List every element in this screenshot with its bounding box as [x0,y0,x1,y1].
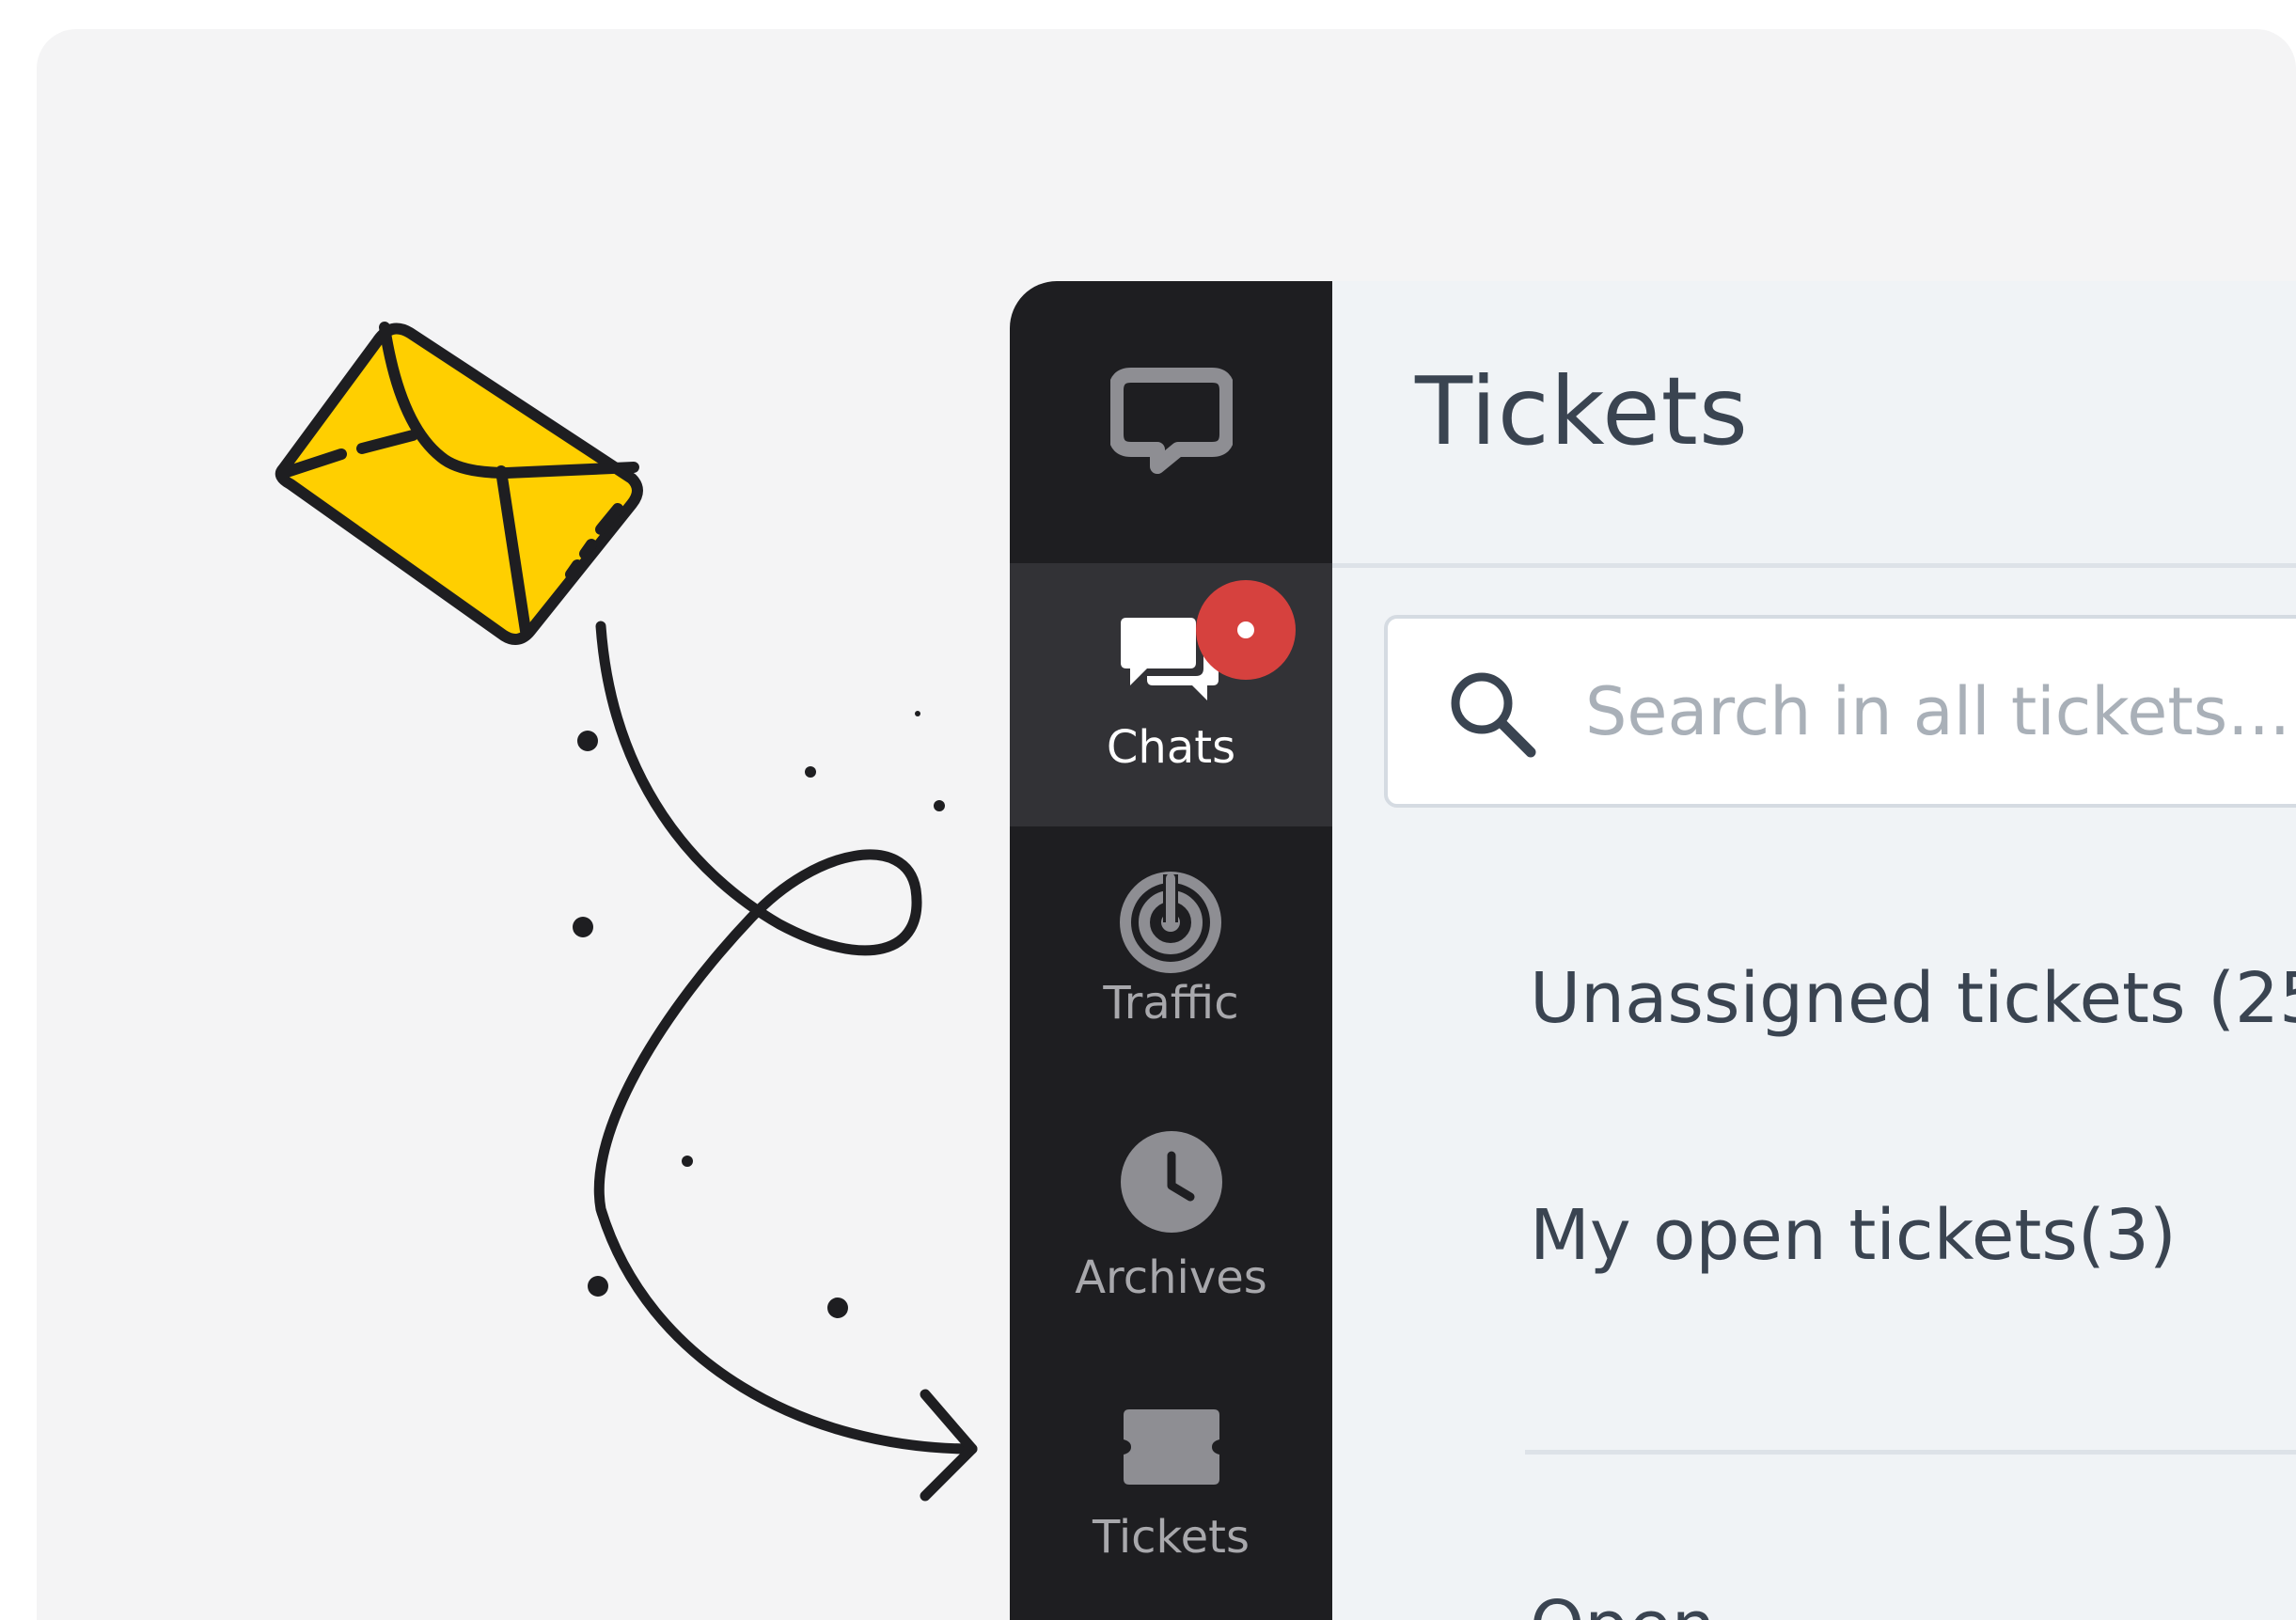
sidebar-item-label: Traffic [1103,977,1239,1030]
sidebar-item-label: Archives [1075,1251,1267,1304]
sidebar-item-chats[interactable]: Chats [1010,563,1332,826]
search-icon [1451,672,1536,758]
sidebar-item-label: Tickets [1092,1511,1250,1564]
section-label-open[interactable]: Open [1530,1586,1716,1620]
list-item-unassigned[interactable]: Unassigned tickets (25) [1530,958,2296,1039]
sidebar: Chats Traffic Archives Tickets [1010,281,1332,1620]
traffic-radar-icon [1120,872,1221,973]
scatter-dots [573,711,945,1318]
sidebar-item-traffic[interactable]: Traffic [1010,826,1332,1090]
ticket-icon [1123,1409,1219,1485]
envelope-icon [275,322,643,645]
list-item-my-open[interactable]: My open tickets(3) [1530,1195,2177,1276]
divider [1332,563,2296,568]
badge-dot [1237,621,1254,638]
curly-arrow-icon [593,621,978,1502]
sidebar-item-archives[interactable]: Archives [1010,1090,1332,1353]
divider [1525,1450,2296,1455]
search-box[interactable] [1384,615,2296,808]
tickets-panel: Tickets Unassigned tickets (25) My open … [1332,281,2296,1620]
page-title: Tickets [1415,356,1749,466]
hero-card: Chats Traffic Archives Tickets Tickets S… [37,29,2296,1620]
speech-bubble-logo-icon [1109,368,1233,474]
sidebar-item-tickets[interactable]: Tickets [1010,1353,1332,1616]
illustration [275,322,978,1502]
app-logo[interactable] [1010,281,1332,563]
search-input[interactable] [1585,619,2296,804]
clock-icon [1120,1131,1222,1233]
notification-badge [1196,580,1296,680]
sidebar-item-label: Chats [1106,721,1236,774]
